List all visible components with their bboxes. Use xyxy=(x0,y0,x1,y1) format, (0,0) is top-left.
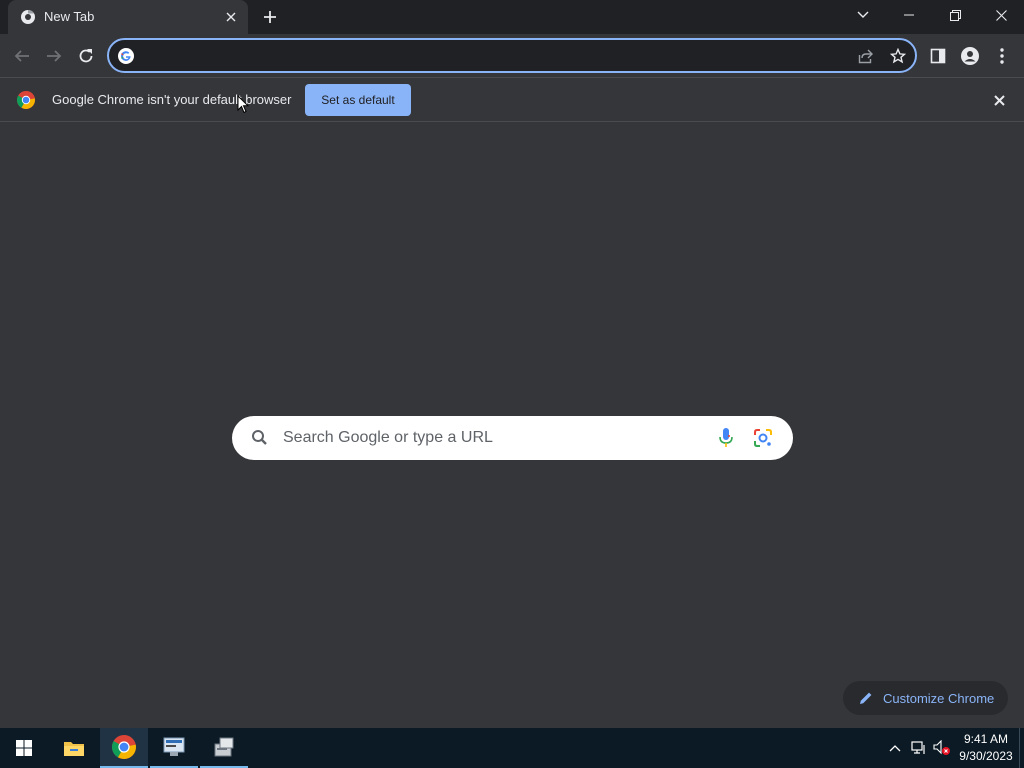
taskbar-network-app[interactable] xyxy=(150,728,198,768)
plus-icon xyxy=(264,11,276,23)
infobar-message: Google Chrome isn't your default browser xyxy=(52,92,292,107)
chrome-menu-button[interactable] xyxy=(990,44,1014,68)
taskbar-chrome[interactable] xyxy=(100,728,148,768)
bookmark-star-button[interactable] xyxy=(888,46,908,66)
omnibox[interactable] xyxy=(107,38,917,73)
tab-strip: New Tab xyxy=(0,0,1024,34)
chrome-logo-icon xyxy=(17,91,35,109)
chevron-up-icon xyxy=(889,745,901,752)
new-tab-button[interactable] xyxy=(259,6,281,28)
reload-button[interactable] xyxy=(74,44,98,68)
tray-overflow-button[interactable] xyxy=(886,739,904,757)
server-app-icon xyxy=(214,737,234,757)
ntp-search-placeholder: Search Google or type a URL xyxy=(283,429,493,446)
restore-icon xyxy=(949,9,961,21)
back-button[interactable] xyxy=(10,44,34,68)
minimize-icon xyxy=(904,14,914,16)
side-panel-button[interactable] xyxy=(926,44,950,68)
taskbar-server-app[interactable] xyxy=(200,728,248,768)
show-desktop-button[interactable] xyxy=(1019,728,1024,768)
volume-muted-icon xyxy=(933,740,950,755)
google-g-icon xyxy=(118,48,134,64)
forward-button[interactable] xyxy=(42,44,66,68)
arrow-left-icon xyxy=(14,50,29,62)
file-explorer-icon xyxy=(64,742,84,756)
profile-button[interactable] xyxy=(958,44,982,68)
tab-title: New Tab xyxy=(44,9,95,24)
clock-date: 9/30/2023 xyxy=(959,749,1013,763)
close-icon xyxy=(226,12,236,22)
network-icon xyxy=(911,741,925,754)
star-icon xyxy=(890,48,906,64)
tab-close-button[interactable] xyxy=(222,8,240,26)
taskbar-file-explorer[interactable] xyxy=(50,728,98,768)
tray-volume-button[interactable] xyxy=(933,739,951,757)
share-icon xyxy=(858,49,873,64)
share-button[interactable] xyxy=(856,46,876,66)
close-window-button[interactable] xyxy=(978,0,1024,30)
infobar-close-button[interactable] xyxy=(990,91,1008,109)
customize-chrome-button[interactable]: Customize Chrome xyxy=(843,681,1008,715)
kebab-menu-icon xyxy=(1000,48,1004,64)
tab-search-button[interactable] xyxy=(840,0,886,30)
tab-new-tab[interactable]: New Tab xyxy=(8,0,248,34)
new-tab-page: Search Google or type a URL Customize Ch… xyxy=(0,122,1024,728)
restore-button[interactable] xyxy=(932,0,978,30)
ntp-search-box[interactable]: Search Google or type a URL xyxy=(232,416,793,460)
profile-icon xyxy=(961,47,979,65)
minimize-button[interactable] xyxy=(886,0,932,30)
set-as-default-button[interactable]: Set as default xyxy=(305,84,411,116)
chrome-icon xyxy=(112,735,136,759)
close-icon xyxy=(995,9,1007,21)
clock-time: 9:41 AM xyxy=(963,732,1009,746)
chrome-icon xyxy=(21,9,35,24)
microphone-icon[interactable] xyxy=(716,427,736,449)
network-app-icon xyxy=(163,737,185,756)
taskbar-clock[interactable]: 9:41 AM 9/30/2023 xyxy=(956,731,1016,765)
windows-start-icon xyxy=(16,740,32,756)
side-panel-icon xyxy=(930,48,946,64)
search-icon xyxy=(252,430,267,445)
default-browser-infobar: Google Chrome isn't your default browser… xyxy=(0,77,1024,122)
reload-icon xyxy=(79,49,93,63)
mouse-cursor-icon xyxy=(237,95,249,114)
start-button[interactable] xyxy=(0,728,48,768)
close-icon xyxy=(993,94,1005,106)
omnibox-input[interactable] xyxy=(147,46,847,66)
google-lens-icon[interactable] xyxy=(753,428,773,448)
windows-taskbar: 9:41 AM 9/30/2023 xyxy=(0,728,1024,768)
arrow-right-icon xyxy=(47,50,62,62)
pencil-icon xyxy=(860,692,872,704)
chevron-down-icon xyxy=(857,11,869,18)
customize-chrome-label: Customize Chrome xyxy=(883,691,995,706)
tray-network-button[interactable] xyxy=(910,739,928,757)
